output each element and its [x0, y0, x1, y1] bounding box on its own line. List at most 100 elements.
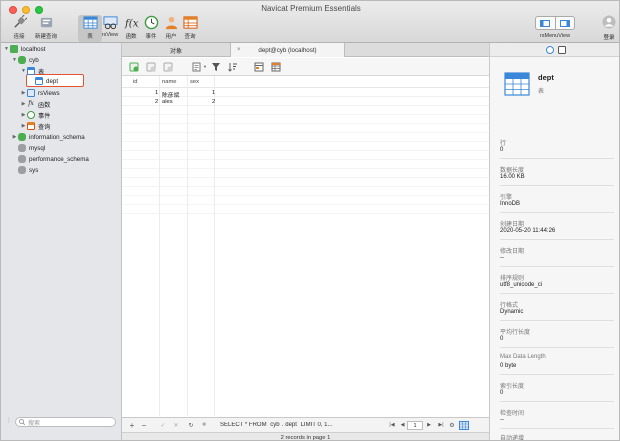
stop-button[interactable]: ■	[198, 422, 210, 428]
connection-sidebar: ▼ localhost ▼ cyb ▼ 表 dept ▶ rsViews ▶ f…	[1, 43, 122, 440]
ddl-icon[interactable]	[557, 45, 566, 54]
database-icon	[18, 56, 26, 64]
expand-arrow-icon[interactable]: ▶	[20, 101, 27, 107]
info-value-row-format: Dynamic	[500, 309, 524, 315]
info-key-collation: 排序规则	[500, 276, 525, 282]
column-header-name[interactable]: name	[162, 79, 177, 88]
column-header-sex[interactable]: sex	[190, 79, 199, 88]
expand-arrow-icon[interactable]: ▶	[20, 112, 27, 118]
settings-icon[interactable]: ⚙	[447, 422, 457, 429]
tree-item-views[interactable]: ▶ rsViews	[20, 88, 60, 98]
view-glasses-icon	[102, 16, 118, 30]
tree-item-localhost[interactable]: ▼ localhost	[3, 44, 45, 54]
info-key-max-data-length: Max Data Length	[500, 354, 546, 360]
info-key-engine: 引擎	[500, 195, 513, 201]
tree-item-cyb[interactable]: ▼ cyb	[11, 55, 39, 65]
expand-arrow-icon[interactable]: ▶	[20, 90, 27, 96]
expand-arrow-icon[interactable]: ▼	[11, 57, 18, 63]
left-pane-toggle[interactable]	[536, 17, 555, 29]
info-value-collation: utf8_unicode_ci	[500, 282, 543, 288]
object-kind: 表	[538, 89, 545, 95]
table-group-icon	[27, 67, 35, 75]
first-page-button[interactable]: |◀	[386, 422, 398, 428]
tree-item-performance-schema[interactable]: performance_schema	[18, 154, 89, 164]
tree-item-label: 表	[38, 68, 45, 76]
info-value-rows: 0	[500, 147, 504, 153]
cell-id[interactable]: 2	[155, 99, 158, 105]
text-view-icon[interactable]	[146, 62, 156, 72]
query-button[interactable]: 查询	[178, 15, 202, 42]
info-icon[interactable]	[545, 45, 554, 54]
info-value-max-data-length: 0 byte	[500, 363, 517, 369]
filter-wizard-icon[interactable]	[163, 62, 173, 72]
expand-arrow-icon[interactable]: ▶	[20, 123, 27, 129]
tree-item-label: performance_schema	[29, 155, 89, 163]
grid-view-icon[interactable]	[271, 62, 281, 72]
export-icon[interactable]	[192, 62, 202, 72]
table-data-pane: 对象 × dept@cyb (localhost) ▼ id name sex …	[122, 43, 489, 440]
function-fx-icon: f(x)	[124, 17, 139, 29]
close-tab-icon[interactable]: ×	[237, 47, 241, 53]
chevron-down-icon[interactable]: ▼	[203, 64, 207, 69]
table-large-icon	[504, 72, 530, 96]
grid-toggle-icon[interactable]	[459, 420, 469, 430]
expand-arrow-icon[interactable]: ▶	[11, 134, 18, 140]
info-value-index-length: 0	[500, 390, 504, 396]
column-header-id[interactable]: id	[133, 79, 138, 88]
filter-icon[interactable]	[211, 62, 221, 72]
query-label: 查询	[184, 34, 196, 40]
table-icon	[35, 77, 43, 85]
new-query-label: 新建查询	[34, 34, 57, 40]
cell-sex[interactable]: 1	[212, 90, 215, 96]
right-pane-toggle[interactable]	[554, 17, 575, 29]
query-icon	[182, 16, 198, 29]
add-record-button[interactable]: +	[126, 421, 138, 430]
database-icon	[18, 155, 26, 163]
discard-changes-button[interactable]: ✕	[170, 422, 182, 429]
layout-toggle[interactable]	[535, 16, 575, 30]
refresh-button[interactable]: ↻	[184, 422, 198, 429]
info-value-modified: --	[500, 255, 504, 261]
new-query-button[interactable]: 新建查询	[34, 15, 58, 42]
page-number-input[interactable]: 1	[407, 420, 423, 430]
tree-item-queries[interactable]: ▶ 查询	[20, 121, 50, 131]
tree-item-mysql[interactable]: mysql	[18, 143, 45, 153]
tree-item-sys[interactable]: sys	[18, 165, 38, 175]
cell-sex[interactable]: 2	[212, 99, 215, 105]
expand-arrow-icon[interactable]: ▼	[3, 46, 10, 52]
user-icon	[165, 16, 177, 30]
tab-objects[interactable]: 对象	[122, 43, 230, 57]
connect-button[interactable]: 连接	[7, 15, 31, 42]
begin-transaction-icon[interactable]	[129, 62, 139, 72]
info-key-row-format: 行格式	[500, 303, 519, 309]
info-value-engine: InnoDB	[500, 201, 521, 207]
info-key-check-time: 检查时间	[500, 411, 525, 417]
tree-item-dept[interactable]: dept	[35, 76, 58, 86]
sort-icon[interactable]	[228, 62, 238, 72]
tab-dept-data[interactable]: × dept@cyb (localhost)	[230, 43, 345, 57]
next-page-button[interactable]: ▶	[423, 422, 435, 428]
info-value-created: 2020-05-20 11:44:26	[500, 228, 556, 234]
tree-item-events[interactable]: ▶ 事件	[20, 110, 50, 120]
tree-item-information-schema[interactable]: ▶ information_schema	[11, 132, 85, 142]
sidebar-resize-handle[interactable]: ⋮	[6, 417, 12, 424]
toolbar: Navicat Premium Essentials 连接 新建查询 表 rsV…	[1, 1, 619, 43]
clock-icon	[27, 111, 35, 119]
sidebar-search[interactable]: 搜索	[15, 417, 116, 427]
tree-item-functions[interactable]: ▶ fx 函数	[20, 99, 51, 109]
tree-item-tables[interactable]: ▼ 表	[20, 66, 44, 76]
delete-record-button[interactable]: −	[138, 421, 150, 430]
last-page-button[interactable]: ▶|	[435, 422, 447, 428]
info-key-created: 创建日期	[500, 222, 525, 228]
query-icon	[27, 122, 35, 130]
login-button[interactable]: 登录	[600, 15, 618, 41]
cell-id[interactable]: 1	[155, 90, 158, 96]
form-view-icon[interactable]	[254, 62, 264, 72]
prev-page-button[interactable]: ◀	[398, 422, 407, 428]
cell-name[interactable]: 陈彦斌	[162, 90, 179, 99]
apply-changes-button[interactable]: ✓	[156, 422, 170, 429]
cell-name[interactable]: ales	[162, 99, 173, 105]
expand-arrow-icon[interactable]: ▼	[20, 68, 27, 74]
tree-item-label: information_schema	[29, 133, 85, 141]
database-icon	[18, 144, 26, 152]
